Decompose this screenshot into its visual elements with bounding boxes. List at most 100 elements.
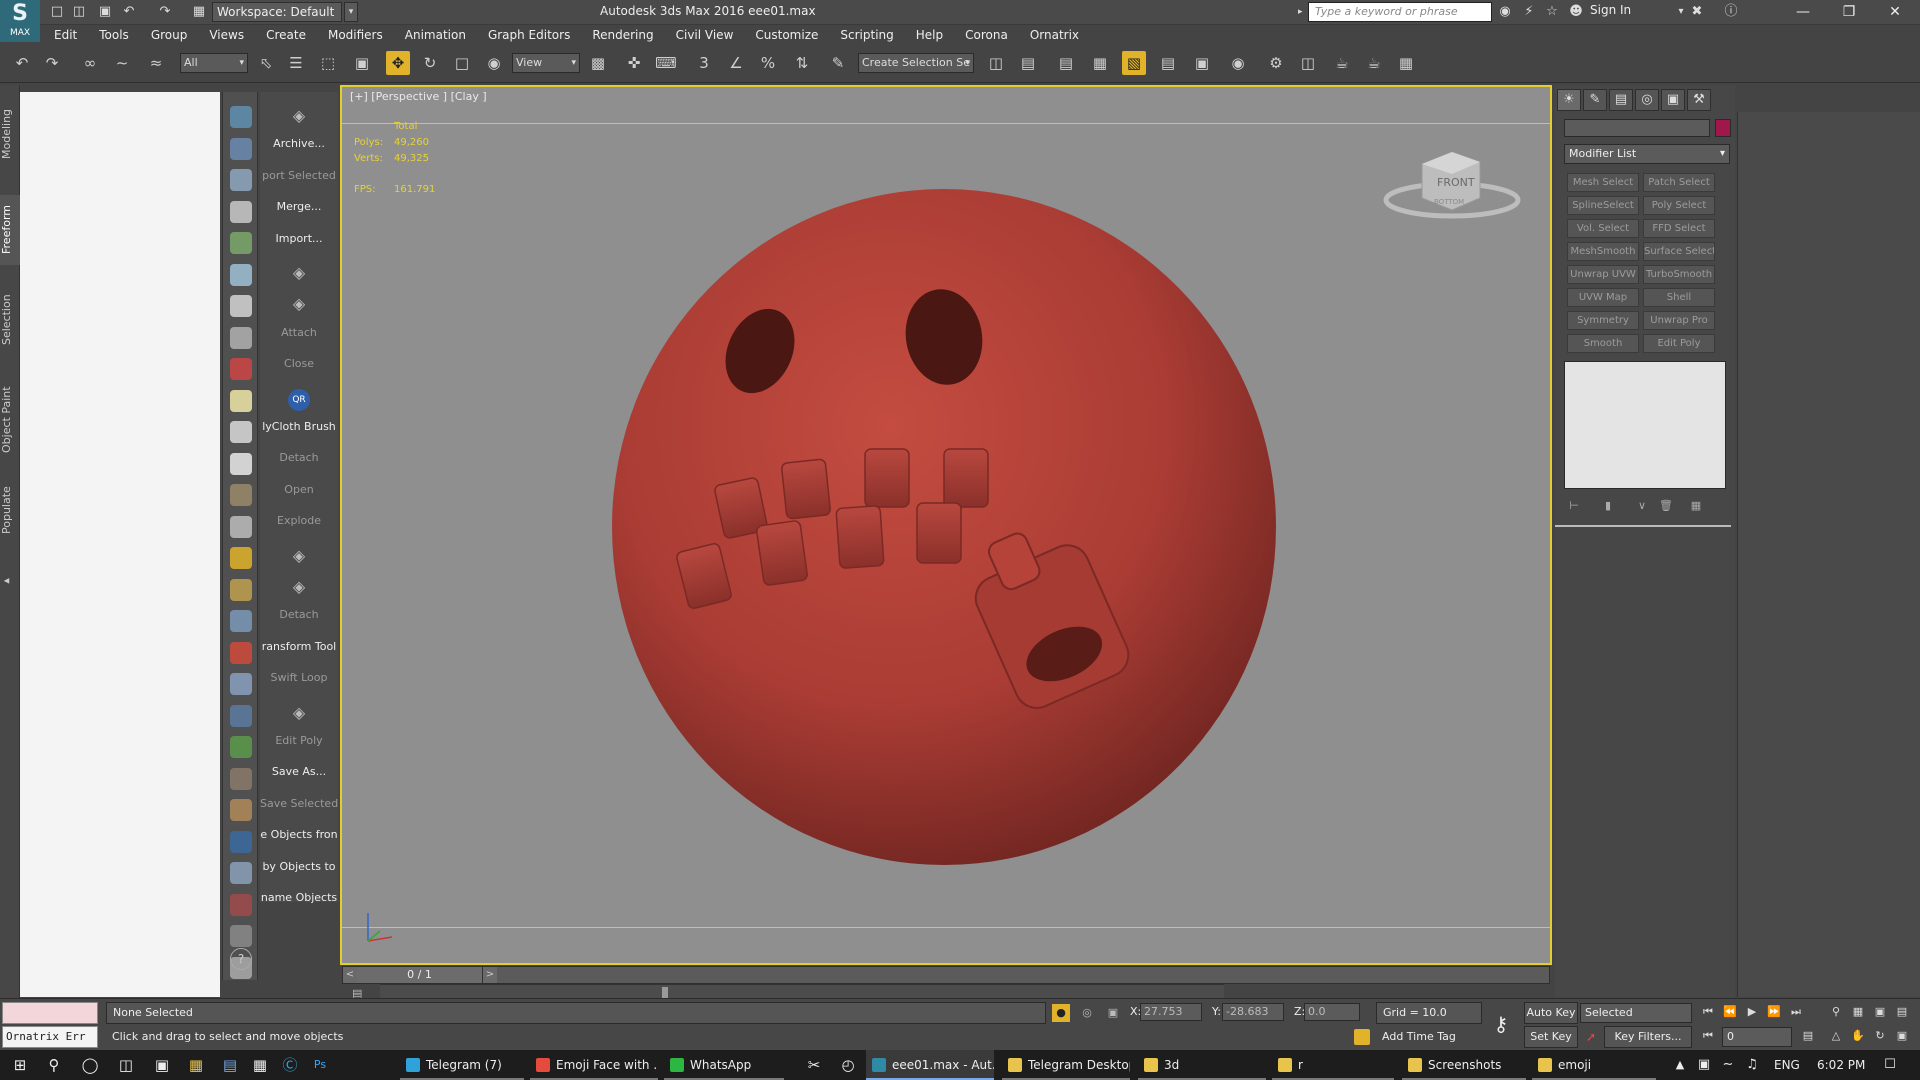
menu-views[interactable]: Views (198, 25, 255, 45)
object-name-field[interactable] (1564, 119, 1710, 137)
command-button[interactable]: by Objects to (260, 860, 338, 873)
redo-icon[interactable]: ↷ (156, 3, 174, 21)
command-tool-icon[interactable] (230, 484, 252, 506)
taskbar-app[interactable]: Emoji Face with ... (530, 1050, 658, 1080)
command-tool-icon[interactable] (230, 169, 252, 191)
angle-snap-icon[interactable]: ∠ (724, 51, 748, 75)
select-and-place-icon[interactable]: ◉ (482, 51, 506, 75)
restore-button[interactable]: ❐ (1826, 0, 1872, 25)
command-glyph-icon[interactable]: ◈ (260, 263, 338, 282)
x-coordinate-field[interactable]: 27.753 (1140, 1003, 1202, 1021)
modifier-button-unwrap-uvw[interactable]: Unwrap UVW (1567, 265, 1639, 284)
ribbon-expand-icon[interactable]: ▸ (0, 575, 20, 589)
save-file-icon[interactable]: ▣ (96, 3, 114, 21)
current-frame-field[interactable]: 0 (1722, 1027, 1792, 1047)
add-time-tag-button[interactable]: Add Time Tag (1376, 1026, 1482, 1048)
command-button[interactable]: Archive... (260, 137, 338, 150)
taskbar-app[interactable]: Telegram (7) (400, 1050, 524, 1080)
command-tool-icon[interactable] (230, 862, 252, 884)
close-button[interactable]: ✕ (1872, 0, 1918, 25)
schematic-view-icon[interactable]: ▣ (1190, 51, 1214, 75)
modifier-button-symmetry[interactable]: Symmetry (1567, 311, 1639, 330)
scene-explorer-icon[interactable]: ▦ (1088, 51, 1112, 75)
command-tool-icon[interactable] (230, 295, 252, 317)
modifier-button-shell[interactable]: Shell (1643, 288, 1715, 307)
photoshop-icon[interactable]: Ps (300, 1050, 340, 1080)
percent-snap-icon[interactable]: % (756, 51, 780, 75)
select-object-icon[interactable]: ⬁ (254, 51, 278, 75)
binoculars-icon[interactable]: ◉ (1496, 3, 1514, 21)
align-icon[interactable]: ▤ (1016, 51, 1040, 75)
menu-corona[interactable]: Corona (954, 25, 1019, 45)
key-mode-toggle-icon[interactable]: ⏮ (1698, 1027, 1718, 1045)
field-of-view-icon[interactable]: △ (1826, 1027, 1846, 1045)
command-tool-icon[interactable] (230, 893, 252, 916)
chevron-right-icon[interactable]: > (483, 967, 497, 983)
selection-filter-dropdown[interactable]: All (180, 53, 248, 73)
zoom-extents-icon[interactable]: ▣ (1870, 1003, 1890, 1021)
emoji-sphere[interactable] (612, 189, 1276, 865)
quad-remesher-icon[interactable]: QR (260, 388, 338, 411)
tab-populate[interactable]: Populate (0, 475, 20, 545)
undo-icon[interactable]: ↶ (120, 3, 138, 21)
undo-icon[interactable]: ↶ (10, 51, 34, 75)
tab-modeling[interactable]: Modeling (0, 99, 20, 169)
y-coordinate-field[interactable]: -28.683 (1222, 1003, 1284, 1021)
taskbar-app[interactable]: 3d (1138, 1050, 1266, 1080)
menu-ornatrix[interactable]: Ornatrix (1019, 25, 1090, 45)
command-button[interactable]: Save Selected (260, 797, 338, 810)
pan-view-icon[interactable]: ✋ (1848, 1027, 1868, 1045)
command-tool-icon[interactable] (230, 547, 252, 569)
app-logo[interactable]: S MAX (0, 0, 40, 42)
minimize-button[interactable]: — (1780, 0, 1826, 25)
modify-tab-icon[interactable]: ✎ (1583, 89, 1607, 111)
command-tool-icon[interactable] (230, 767, 252, 790)
command-tool-icon[interactable] (230, 106, 252, 128)
clock-app-icon[interactable]: ◴ (828, 1050, 868, 1080)
command-tool-icon[interactable] (230, 389, 252, 412)
user-icon[interactable]: ☻ (1567, 3, 1585, 21)
ribbon-toggle-icon[interactable]: ▧ (1122, 51, 1146, 75)
key-filters-button[interactable]: Key Filters... (1604, 1026, 1692, 1048)
taskbar-app[interactable]: eee01.max - Aut... (866, 1050, 994, 1080)
absolute-mode-icon[interactable]: ▣ (1104, 1004, 1122, 1022)
command-tool-icon[interactable] (230, 263, 252, 286)
viewport-canvas[interactable] (342, 87, 1550, 963)
modifier-button-edit-poly[interactable]: Edit Poly (1643, 334, 1715, 353)
taskbar-app[interactable]: WhatsApp (664, 1050, 784, 1080)
select-by-name-icon[interactable]: ☰ (284, 51, 308, 75)
isolate-selection-icon[interactable]: ● (1052, 1004, 1070, 1022)
modifier-button-uvw-map[interactable]: UVW Map (1567, 288, 1639, 307)
command-button[interactable]: Attach (260, 326, 338, 339)
modifier-list-dropdown[interactable]: Modifier List (1564, 144, 1730, 164)
communication-center-icon[interactable]: ⚡ (1520, 3, 1538, 21)
link-icon[interactable]: ∞ (78, 51, 102, 75)
command-button[interactable]: Import... (260, 232, 338, 245)
input-language[interactable]: ENG (1774, 1050, 1800, 1080)
modifier-button-vol-select[interactable]: Vol. Select (1567, 219, 1639, 238)
menu-group[interactable]: Group (140, 25, 199, 45)
task-view-icon[interactable]: ◫ (106, 1050, 146, 1080)
volume-icon[interactable]: ♫ (1732, 1050, 1772, 1080)
menu-customize[interactable]: Customize (744, 25, 829, 45)
key-mode-dropdown[interactable]: Selected (1580, 1003, 1692, 1023)
command-tool-icon[interactable] (230, 736, 252, 758)
command-tool-icon[interactable] (230, 610, 252, 632)
command-tool-icon[interactable] (230, 421, 252, 443)
chevron-left-icon[interactable]: < (343, 967, 357, 983)
command-glyph-icon[interactable]: ◈ (260, 294, 338, 313)
command-button[interactable]: Swift Loop (260, 671, 338, 684)
menu-modifiers[interactable]: Modifiers (317, 25, 394, 45)
go-to-end-icon[interactable]: ⏭ (1786, 1003, 1806, 1021)
unlink-icon[interactable]: ∼ (110, 51, 134, 75)
display-tab-icon[interactable]: ▣ (1661, 89, 1685, 111)
command-button[interactable]: Detach (260, 608, 338, 621)
star-icon[interactable]: ☆ (1543, 3, 1561, 21)
set-key-button[interactable]: Set Key (1524, 1026, 1578, 1048)
command-tool-icon[interactable] (230, 799, 252, 821)
taskbar-app[interactable]: Screenshots (1402, 1050, 1526, 1080)
render-production-icon[interactable]: ☕ (1330, 51, 1354, 75)
action-center-icon[interactable]: ☐ (1870, 1050, 1910, 1080)
bind-space-warp-icon[interactable]: ≈ (144, 51, 168, 75)
keyboard-shortcut-override-icon[interactable]: ⌨ (654, 51, 678, 75)
